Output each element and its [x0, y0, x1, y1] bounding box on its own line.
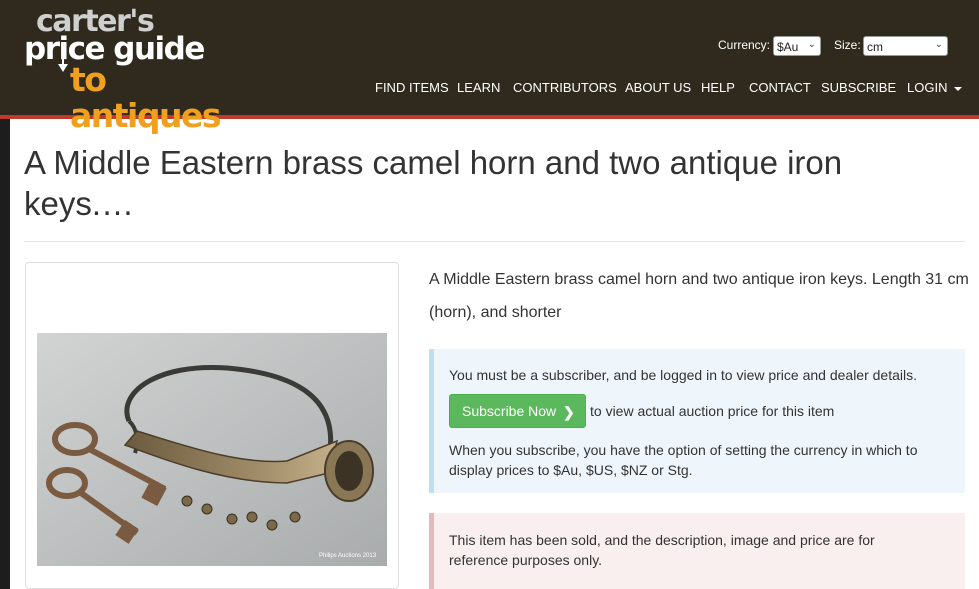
nav-help[interactable]: HELP [701, 80, 735, 95]
size-value: cm [867, 40, 883, 54]
currency-notice: When you subscribe, you have the option … [449, 442, 918, 478]
nav-contributors[interactable]: CONTRIBUTORS [513, 80, 617, 95]
divider [24, 241, 965, 242]
chevron-right-icon: ❯ [563, 404, 575, 420]
site-logo[interactable]: carter's price guide to antiques [24, 6, 264, 134]
nav-find-items[interactable]: FIND ITEMS [375, 80, 449, 95]
subscribe-now-button[interactable]: Subscribe Now ❯ [449, 394, 586, 428]
nav-login[interactable]: LOGIN [907, 80, 963, 95]
logo-arrow-icon [58, 48, 68, 72]
photo-caption: Philips Auctions 2013 [319, 553, 377, 559]
sold-notice: This item has been sold, and the descrip… [449, 532, 875, 568]
size-label: Size: [834, 38, 861, 52]
logo-line-2: price guide [24, 31, 205, 67]
nav-learn[interactable]: LEARN [457, 80, 500, 95]
nav-login-label: LOGIN [907, 80, 948, 95]
currency-label: Currency: [718, 38, 771, 52]
left-edge-bar [0, 119, 10, 589]
currency-value: $Au [777, 40, 799, 54]
item-photo[interactable]: Philips Auctions 2013 [37, 333, 387, 566]
item-description: A Middle Eastern brass camel horn and tw… [429, 271, 969, 321]
subscribe-after-text: to view actual auction price for this it… [590, 403, 835, 419]
subscribe-now-label: Subscribe Now [462, 403, 557, 419]
nav-about-us[interactable]: ABOUT US [625, 80, 691, 95]
currency-select[interactable]: $Au ⌄ [773, 36, 821, 56]
subscriber-notice: You must be a subscriber, and be logged … [449, 367, 918, 383]
nav-contact[interactable]: CONTACT [749, 80, 811, 95]
chevron-down-icon: ⌄ [934, 39, 943, 50]
nav-subscribe[interactable]: SUBSCRIBE [821, 80, 896, 95]
page-title: A Middle Eastern brass camel horn and tw… [24, 144, 843, 222]
chevron-down-icon: ⌄ [807, 39, 816, 50]
caret-down-icon [954, 86, 963, 91]
logo-line-3: to antiques [70, 60, 222, 135]
size-select[interactable]: cm ⌄ [863, 36, 948, 56]
